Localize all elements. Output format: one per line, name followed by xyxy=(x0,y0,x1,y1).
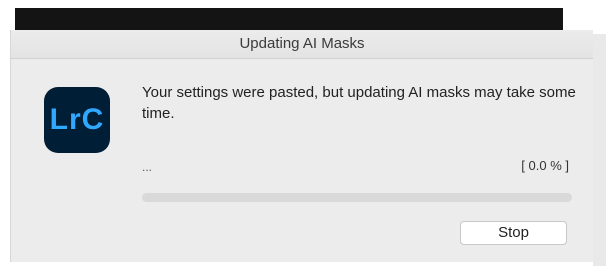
dialog-title: Updating AI Masks xyxy=(239,35,365,52)
updating-ai-masks-dialog: Updating AI Masks LrC Your settings were… xyxy=(10,30,593,262)
dialog-shadow xyxy=(593,34,606,266)
dialog-message: Your settings were pasted, but updating … xyxy=(142,84,576,122)
background-window-strip xyxy=(15,8,563,30)
dialog-titlebar[interactable]: Updating AI Masks xyxy=(11,30,593,59)
progress-percent: [ 0.0 % ] xyxy=(521,158,569,173)
progress-status-text: ... xyxy=(142,160,153,174)
progress-bar xyxy=(142,193,572,202)
lightroom-classic-icon: LrC xyxy=(44,87,110,153)
stop-button[interactable]: Stop xyxy=(460,221,567,245)
